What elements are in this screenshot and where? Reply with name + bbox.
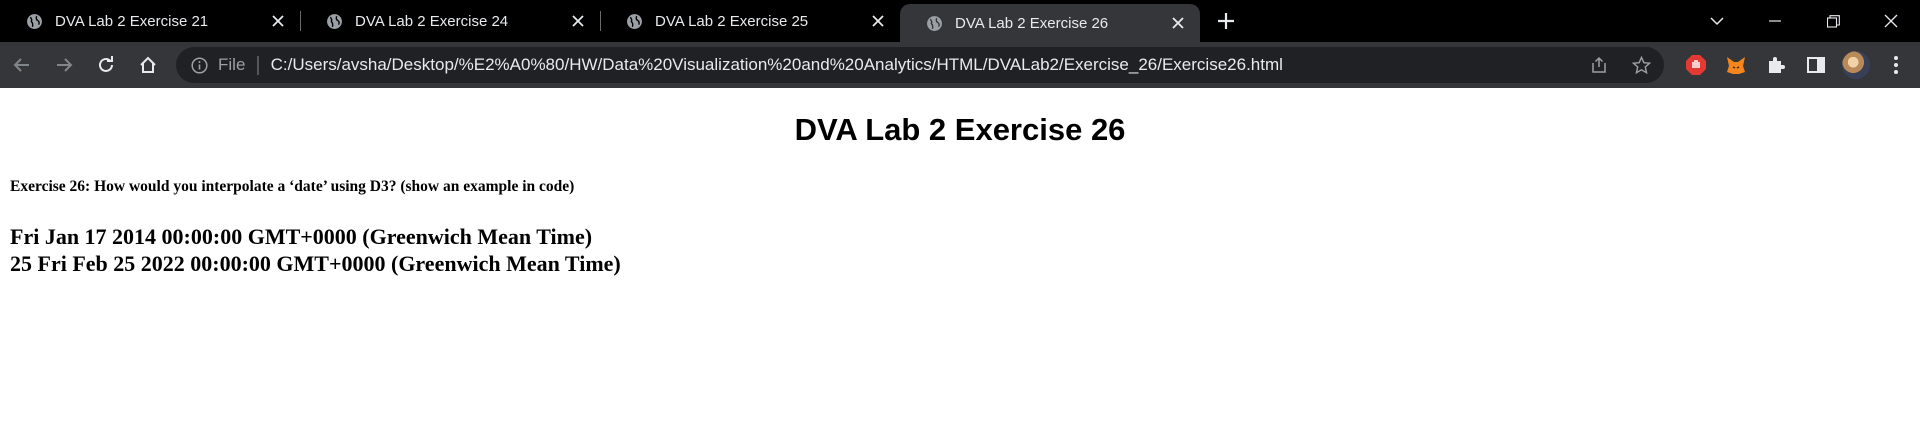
back-button[interactable] [2,45,42,85]
globe-icon [27,13,42,29]
arrow-right-icon [57,58,73,72]
tab-search-button[interactable] [1688,0,1746,42]
globe-icon [327,13,342,29]
close-icon[interactable] [1168,13,1188,33]
output-line-end-date: 25 Fri Feb 25 2022 00:00:00 GMT+0000 (Gr… [10,251,621,276]
share-icon[interactable] [1586,52,1612,78]
close-window-button[interactable] [1862,0,1920,42]
close-icon [1884,14,1898,28]
home-icon [140,56,156,73]
url-text[interactable]: C:/Users/avsha/Desktop/%E2%A0%80/HW/Data… [271,55,1283,75]
reload-button[interactable] [86,45,126,85]
tab-title: DVA Lab 2 Exercise 21 [55,12,209,30]
profile-button[interactable] [1836,45,1876,85]
address-separator: | [255,53,261,76]
arrow-left-icon [13,58,29,72]
tab-title: DVA Lab 2 Exercise 24 [355,12,509,30]
new-tab-button[interactable] [1206,0,1246,42]
side-panel-button[interactable] [1796,45,1836,85]
chevron-down-icon [1710,17,1724,26]
window-controls [1688,0,1920,42]
extension-metamask-button[interactable] [1716,45,1756,85]
page-viewport: DVA Lab 2 Exercise 26 Exercise 26: How w… [0,88,1920,422]
globe-icon [927,15,942,31]
puzzle-icon [1769,57,1785,73]
tab-exercise-25[interactable]: DVA Lab 2 Exercise 25 [600,0,900,42]
output-block: Fri Jan 17 2014 00:00:00 GMT+0000 (Green… [10,223,621,277]
info-icon[interactable] [190,56,208,74]
browser-toolbar: File | C:/Users/avsha/Desktop/%E2%A0%80/… [0,42,1920,88]
extension-adblock-button[interactable] [1676,45,1716,85]
fox-icon [1727,57,1745,74]
tab-title: DVA Lab 2 Exercise 25 [655,12,809,30]
scheme-label: File [218,55,246,74]
output-line-start-date: Fri Jan 17 2014 00:00:00 GMT+0000 (Green… [10,224,593,249]
close-icon[interactable] [868,11,888,31]
page-title: DVA Lab 2 Exercise 26 [794,112,1126,147]
tab-strip: DVA Lab 2 Exercise 21 DVA Lab 2 Exercise… [0,0,1920,42]
minimize-icon [1769,20,1781,22]
tab-exercise-24[interactable]: DVA Lab 2 Exercise 24 [300,0,601,42]
extensions-area [1676,42,1916,88]
side-panel-icon [1807,57,1825,73]
bookmark-star-icon[interactable] [1628,52,1654,78]
browser-menu-button[interactable] [1876,45,1916,85]
minimize-button[interactable] [1746,0,1804,42]
tab-exercise-26[interactable]: DVA Lab 2 Exercise 26 [900,4,1200,42]
reload-icon [99,56,113,72]
tab-title: DVA Lab 2 Exercise 26 [955,14,1109,32]
exercise-question: Exercise 26: How would you interpolate a… [10,178,575,195]
address-bar[interactable]: File | C:/Users/avsha/Desktop/%E2%A0%80/… [176,47,1664,83]
globe-icon [627,13,642,29]
plus-icon [1218,13,1234,29]
restore-icon [1826,14,1840,28]
home-button[interactable] [128,45,168,85]
close-icon[interactable] [568,11,588,31]
close-icon[interactable] [268,11,288,31]
kebab-menu-icon [1894,56,1898,74]
extensions-button[interactable] [1756,45,1796,85]
restore-button[interactable] [1804,0,1862,42]
tab-exercise-21[interactable]: DVA Lab 2 Exercise 21 [0,0,301,42]
stop-hand-icon [1686,55,1706,75]
address-bar-actions [1586,47,1654,83]
forward-button[interactable] [44,45,84,85]
avatar [1842,51,1870,79]
